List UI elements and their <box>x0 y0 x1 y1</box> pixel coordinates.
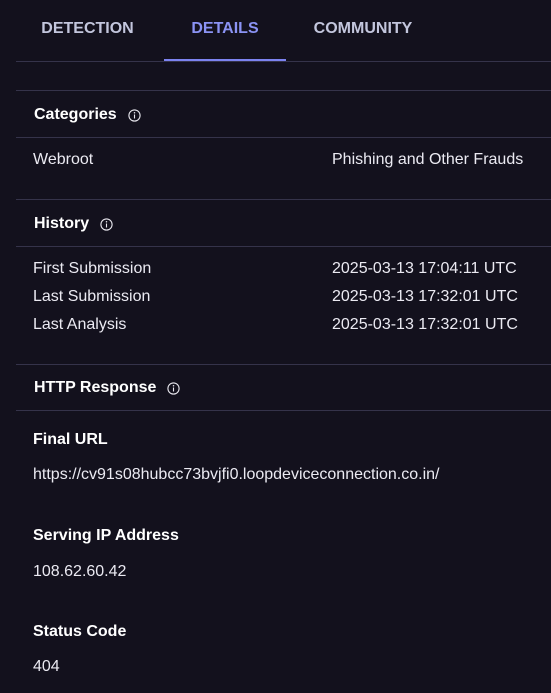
divider <box>16 90 551 91</box>
tab-community[interactable]: COMMUNITY <box>299 0 427 61</box>
http-response-section-title: HTTP Response <box>34 376 181 400</box>
info-icon[interactable] <box>100 217 113 231</box>
divider <box>16 246 551 247</box>
history-row-value: 2025-03-13 17:32:01 UTC <box>332 288 518 305</box>
status-code-value: 404 <box>33 658 60 675</box>
history-row-value: 2025-03-13 17:04:11 UTC <box>332 260 517 277</box>
categories-section-title: Categories <box>34 103 141 127</box>
history-row-label: First Submission <box>33 260 152 277</box>
tab-details[interactable]: DETAILS <box>164 0 286 61</box>
tab-detection[interactable]: DETECTION <box>16 0 159 61</box>
serving-ip-value: 108.62.60.42 <box>33 563 127 580</box>
category-vendor: Webroot <box>33 151 94 168</box>
history-title: History <box>34 215 90 232</box>
category-value: Phishing and Other Frauds <box>332 151 524 168</box>
status-code-label: Status Code <box>33 623 127 640</box>
divider <box>16 410 551 411</box>
http-response-title: HTTP Response <box>34 379 157 396</box>
info-icon[interactable] <box>167 381 181 395</box>
info-icon[interactable] <box>128 108 141 122</box>
history-row-value: 2025-03-13 17:32:01 UTC <box>332 316 518 333</box>
categories-title: Categories <box>34 106 117 123</box>
divider <box>16 137 551 138</box>
tab-bar: DETECTION DETAILS COMMUNITY <box>16 0 551 62</box>
divider <box>16 364 551 365</box>
serving-ip-label: Serving IP Address <box>33 527 179 544</box>
final-url-label: Final URL <box>33 431 108 448</box>
final-url-value: https://cv91s08hubcc73bvjfi0.loopdevicec… <box>33 466 440 483</box>
divider <box>16 199 551 200</box>
history-section-title: History <box>34 212 113 236</box>
history-row-label: Last Submission <box>33 288 151 305</box>
history-row-label: Last Analysis <box>33 316 127 333</box>
